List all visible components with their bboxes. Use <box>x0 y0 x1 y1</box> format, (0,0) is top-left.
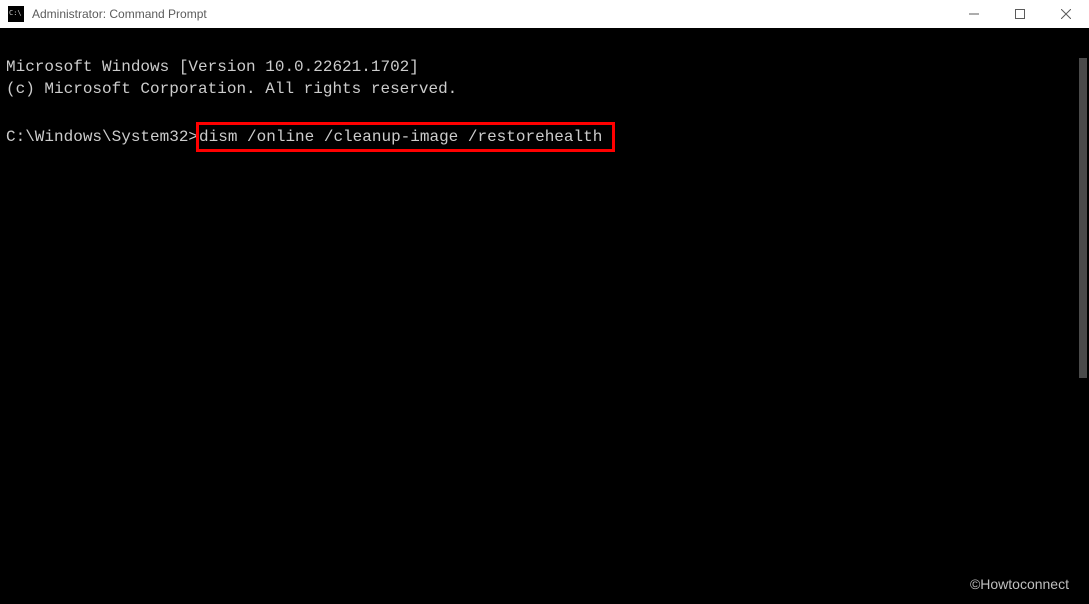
terminal-area[interactable]: Microsoft Windows [Version 10.0.22621.17… <box>0 28 1089 604</box>
minimize-button[interactable] <box>951 0 997 28</box>
watermark-text: ©Howtoconnect <box>970 576 1069 592</box>
window-controls <box>951 0 1089 28</box>
close-icon <box>1061 9 1071 19</box>
command-prompt-window: Administrator: Command Prompt Microsoft … <box>0 0 1089 604</box>
minimize-icon <box>969 9 979 19</box>
prompt-path: C:\Windows\System32> <box>6 126 198 148</box>
command-text: dism /online /cleanup-image /restoreheal… <box>199 128 602 146</box>
window-title: Administrator: Command Prompt <box>32 7 951 21</box>
prompt-line: C:\Windows\System32>dism /online /cleanu… <box>6 122 1089 152</box>
terminal-line-copyright: (c) Microsoft Corporation. All rights re… <box>6 80 457 98</box>
command-highlight-box: dism /online /cleanup-image /restoreheal… <box>196 122 615 152</box>
maximize-button[interactable] <box>997 0 1043 28</box>
close-button[interactable] <box>1043 0 1089 28</box>
titlebar[interactable]: Administrator: Command Prompt <box>0 0 1089 29</box>
terminal-line-version: Microsoft Windows [Version 10.0.22621.17… <box>6 58 419 76</box>
maximize-icon <box>1015 9 1025 19</box>
vertical-scrollbar[interactable] <box>1079 58 1087 378</box>
terminal-content: Microsoft Windows [Version 10.0.22621.17… <box>6 34 1089 196</box>
cmd-icon <box>8 6 24 22</box>
